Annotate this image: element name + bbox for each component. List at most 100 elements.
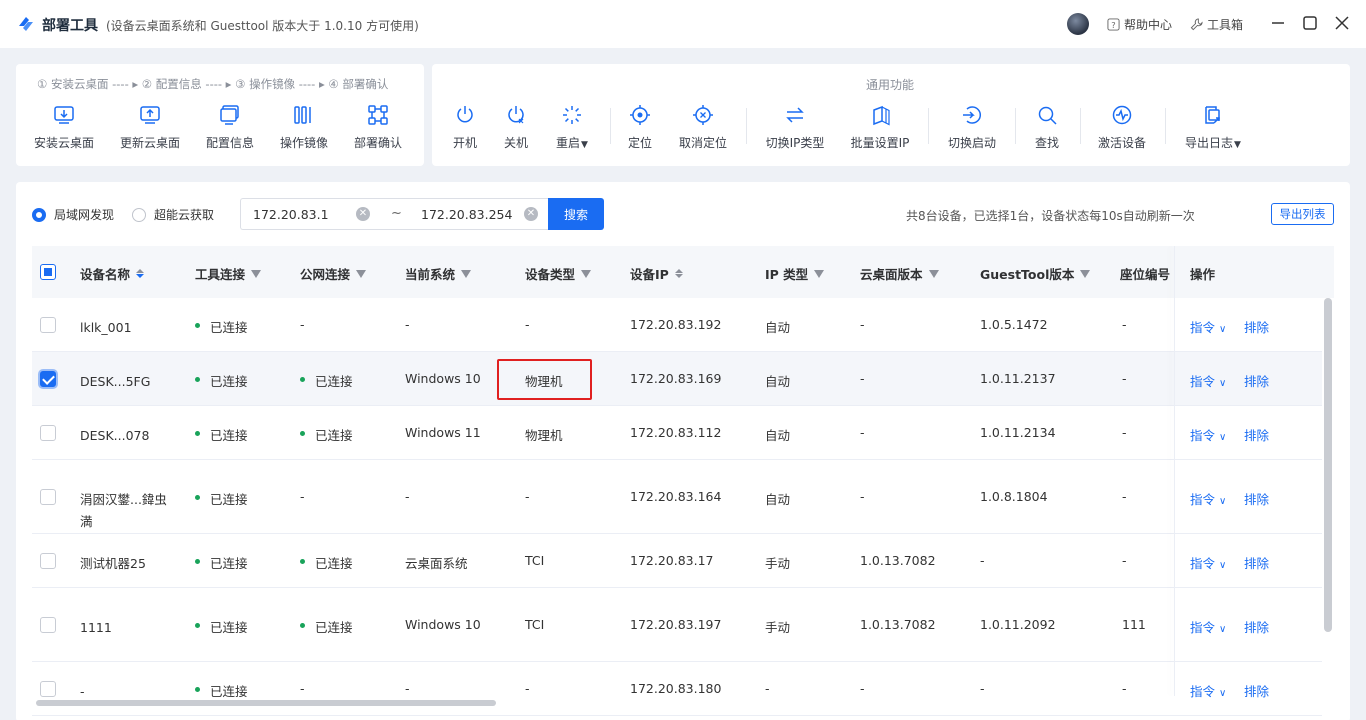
row-checkbox[interactable] (40, 681, 56, 697)
cloud-fetch-radio[interactable]: 超能云获取 (132, 206, 214, 223)
filter-icon[interactable] (814, 269, 825, 278)
lan-discovery-radio[interactable]: 局域网发现 (32, 206, 114, 223)
command-dropdown[interactable]: 指令 ∨ (1190, 617, 1236, 636)
table-row[interactable]: - 已连接 - - -172.20.83.180- - - - 指令 ∨ 排除 (32, 662, 1322, 716)
cell-iptype: - (765, 681, 770, 696)
power-on-button[interactable]: 开机 (452, 104, 478, 151)
export-list-button[interactable]: 导出列表 (1271, 203, 1334, 225)
power-off-button[interactable]: 关机 (503, 104, 529, 151)
batch-set-ip-button[interactable]: 批量设置IP (850, 104, 910, 151)
switch-ip-type-button[interactable]: 切换IP类型 (764, 104, 826, 151)
col-current-system[interactable]: 当前系统 (405, 264, 472, 283)
exclude-button[interactable]: 排除 (1244, 425, 1269, 444)
command-dropdown[interactable]: 指令 ∨ (1190, 681, 1236, 700)
batch-icon (873, 105, 890, 126)
table-row[interactable]: DESK...5FG 已连接 已连接 Windows 10 物理机 172.20.83.1… (32, 352, 1322, 406)
user-avatar[interactable] (1067, 13, 1089, 35)
cell-guest: - (980, 553, 985, 568)
export-log-button[interactable]: 导出日志▼ (1184, 104, 1242, 151)
table-row[interactable]: 涓囦汉鐢...鍏虫満 已连接 - - - 172.20.83.164 自动 - 1.0.8.18… (32, 460, 1322, 534)
activate-device-button[interactable]: 激活设备 (1097, 104, 1147, 151)
row-checkbox[interactable] (40, 425, 56, 441)
locate-button[interactable]: 定位 (627, 104, 653, 151)
install-cloud-desktop-button[interactable]: 安装云桌面 (34, 104, 94, 151)
help-center-label: 帮助中心 (1124, 18, 1173, 32)
cell-seat: - (1122, 489, 1127, 504)
close-button[interactable] (1334, 15, 1350, 31)
exclude-button[interactable]: 排除 (1244, 317, 1269, 336)
filter-icon[interactable] (581, 269, 592, 278)
command-dropdown[interactable]: 指令 ∨ (1190, 425, 1236, 444)
help-center-link[interactable]: ? 帮助中心 (1107, 16, 1172, 33)
maximize-button[interactable] (1302, 15, 1318, 31)
cell-guest: 1.0.11.2134 (980, 425, 1056, 440)
minimize-button[interactable] (1270, 15, 1286, 31)
exclude-button[interactable]: 排除 (1244, 553, 1269, 572)
chevron-down-icon: ∨ (1219, 324, 1227, 335)
col-tool-connection[interactable]: 工具连接 (195, 264, 262, 283)
app-logo-icon (19, 17, 33, 31)
col-device-name[interactable]: 设备名称 (80, 264, 145, 283)
ip-end-input[interactable]: 172.20.83.254 (421, 207, 512, 222)
highlight-box (497, 359, 592, 400)
row-checkbox[interactable] (40, 553, 56, 569)
divider (1015, 108, 1016, 144)
col-guesttool-version[interactable]: GuestTool版本 (980, 264, 1091, 283)
command-dropdown[interactable]: 指令 ∨ (1190, 371, 1236, 390)
ip-start-input[interactable]: 172.20.83.1 (253, 207, 329, 222)
cell-tool: 已连接 (210, 428, 248, 443)
filter-icon[interactable] (461, 269, 472, 278)
cell-sys: Windows 10 (405, 617, 481, 632)
cancel-locate-button[interactable]: 取消定位 (678, 104, 728, 151)
status-dot (300, 377, 305, 382)
switch-boot-button[interactable]: 切换启动 (947, 104, 997, 151)
col-device-type[interactable]: 设备类型 (525, 264, 592, 283)
command-dropdown[interactable]: 指令 ∨ (1190, 317, 1236, 336)
col-ip-type[interactable]: IP 类型 (765, 264, 825, 283)
deploy-confirm-button[interactable]: 部署确认 (354, 104, 402, 151)
restart-button[interactable]: 重启▼ (554, 104, 590, 151)
row-checkbox[interactable] (40, 489, 56, 505)
exclude-button[interactable]: 排除 (1244, 489, 1269, 508)
cell-iptype: 手动 (765, 620, 791, 635)
toolbox-link[interactable]: 工具箱 (1190, 16, 1243, 33)
search-button[interactable]: 搜索 (548, 198, 604, 230)
exclude-button[interactable]: 排除 (1244, 371, 1269, 390)
clear-start-icon[interactable]: ✕ (356, 207, 370, 221)
clear-end-icon[interactable]: ✕ (524, 207, 538, 221)
cell-ip: 172.20.83.197 (630, 617, 722, 632)
row-checkbox[interactable] (40, 617, 56, 633)
col-device-ip[interactable]: 设备IP (630, 264, 683, 283)
col-cloud-version[interactable]: 云桌面版本 (860, 264, 939, 283)
col-public-connection[interactable]: 公网连接 (300, 264, 367, 283)
command-dropdown[interactable]: 指令 ∨ (1190, 553, 1236, 572)
select-all-checkbox[interactable] (40, 264, 56, 280)
cell-name: 测试机器25 (80, 556, 146, 571)
command-dropdown[interactable]: 指令 ∨ (1190, 489, 1236, 508)
operate-image-button[interactable]: 操作镜像 (280, 104, 328, 151)
find-button[interactable]: 查找 (1034, 104, 1060, 151)
fixed-column-divider (1174, 246, 1175, 696)
config-info-button[interactable]: 配置信息 (206, 104, 254, 151)
filter-icon[interactable] (251, 269, 262, 278)
svg-text:?: ? (1111, 20, 1115, 30)
table-row[interactable]: 1111 已连接 已连接 Windows 10 TCI 172.20.83.197 手动 1.… (32, 588, 1322, 662)
filter-icon[interactable] (928, 269, 939, 278)
exclude-button[interactable]: 排除 (1244, 617, 1269, 636)
table-row[interactable]: DESK...078 已连接 已连接 Windows 11 物理机 172.20.83.1… (32, 406, 1322, 460)
sort-icon[interactable] (136, 269, 145, 278)
cell-ip: 172.20.83.192 (630, 317, 722, 332)
table-row[interactable]: lklk_001 已连接 - - - 172.20.83.192 自动 - 1.0.5.1472… (32, 298, 1322, 352)
horizontal-scrollbar[interactable] (36, 700, 496, 706)
cell-ip: 172.20.83.17 (630, 553, 714, 568)
row-checkbox[interactable] (40, 371, 56, 387)
filter-icon[interactable] (1080, 269, 1091, 278)
filter-icon[interactable] (356, 269, 367, 278)
vertical-scrollbar[interactable] (1324, 298, 1332, 632)
exclude-button[interactable]: 排除 (1244, 681, 1269, 700)
table-row[interactable]: 测试机器25 已连接 已连接 云桌面系统 TCI 172.20.83.17 手动 1.0.13… (32, 534, 1322, 588)
cell-name: DESK...078 (80, 428, 150, 443)
sort-icon[interactable] (674, 269, 683, 278)
row-checkbox[interactable] (40, 317, 56, 333)
update-cloud-desktop-button[interactable]: 更新云桌面 (120, 104, 180, 151)
